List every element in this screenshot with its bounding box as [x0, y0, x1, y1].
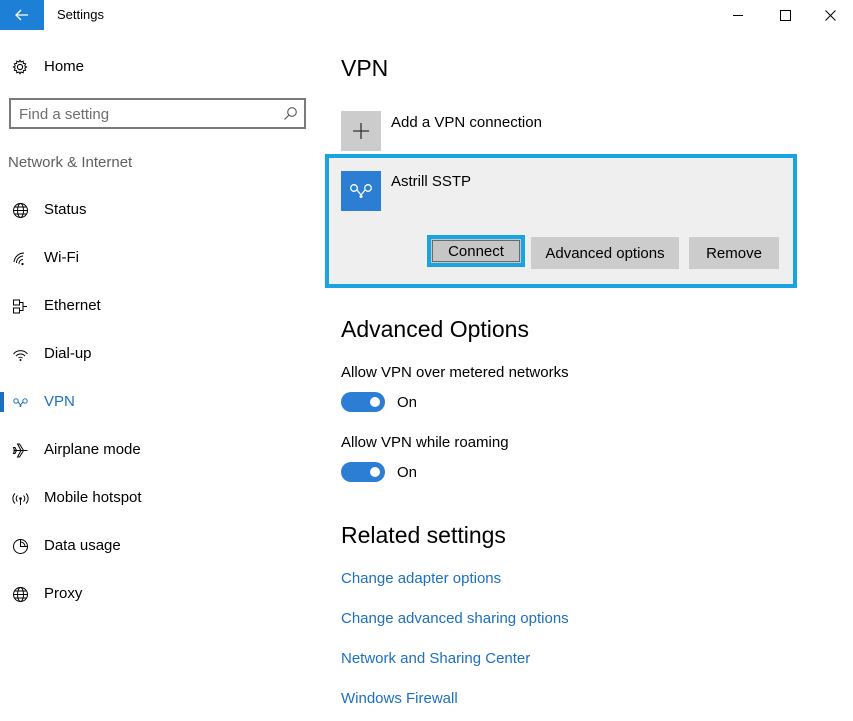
- metered-toggle[interactable]: [341, 392, 385, 412]
- sidebar-item-ethernet-label: Ethernet: [44, 297, 101, 314]
- vpn-connection-card[interactable]: Astrill SSTP Connect Advanced options Re…: [325, 154, 797, 288]
- minimize-icon: [732, 14, 743, 16]
- sidebar-item-wifi-label: Wi-Fi: [44, 249, 79, 266]
- sidebar-item-mobile-hotspot[interactable]: Mobile hotspot: [0, 474, 320, 522]
- globe-proxy-icon: [13, 587, 28, 602]
- search-icon[interactable]: [283, 106, 298, 121]
- globe-status-icon: [13, 203, 28, 218]
- add-vpn-label: Add a VPN connection: [391, 114, 542, 131]
- data-usage-icon: [13, 539, 28, 554]
- sidebar-item-hotspot-label: Mobile hotspot: [44, 489, 142, 506]
- maximize-icon: [779, 9, 791, 21]
- sidebar-item-ethernet[interactable]: Ethernet: [0, 282, 320, 330]
- toggle-knob: [370, 467, 380, 477]
- sidebar-item-home-label: Home: [44, 58, 85, 75]
- add-tile: [341, 111, 381, 151]
- link-network-sharing-center[interactable]: Network and Sharing Center: [341, 650, 530, 667]
- advanced-options-button[interactable]: Advanced options: [531, 237, 679, 269]
- roaming-toggle[interactable]: [341, 462, 385, 482]
- add-vpn-connection-button[interactable]: Add a VPN connection: [341, 111, 691, 151]
- wifi-icon: [13, 252, 25, 266]
- sidebar-item-data-usage[interactable]: Data usage: [0, 522, 320, 570]
- sidebar-item-home[interactable]: Home: [0, 54, 320, 80]
- active-indicator: [0, 392, 4, 412]
- search-box[interactable]: [9, 98, 306, 129]
- page-title: VPN: [341, 55, 389, 81]
- sidebar-item-vpn[interactable]: VPN: [0, 378, 320, 426]
- gear-icon: [12, 59, 28, 75]
- sidebar-item-data-usage-label: Data usage: [44, 537, 121, 554]
- back-arrow-icon: [15, 9, 28, 21]
- window-title: Settings: [57, 7, 104, 22]
- main-content: VPN Add a VPN connection Astrill SSTP Co…: [320, 30, 853, 721]
- link-windows-firewall[interactable]: Windows Firewall: [341, 690, 458, 707]
- hotspot-icon: [12, 493, 29, 505]
- title-bar: Settings: [0, 0, 853, 30]
- sidebar-item-vpn-label: VPN: [44, 393, 75, 410]
- remove-button[interactable]: Remove: [689, 237, 779, 269]
- sidebar-item-proxy[interactable]: Proxy: [0, 570, 320, 618]
- sidebar-item-status[interactable]: Status: [0, 186, 320, 234]
- ethernet-icon: [13, 299, 27, 314]
- back-button[interactable]: [0, 0, 44, 30]
- vpn-connection-icon: [350, 184, 372, 198]
- connect-button[interactable]: Connect: [427, 235, 525, 267]
- toggle-knob: [370, 397, 380, 407]
- related-settings-heading: Related settings: [341, 522, 506, 548]
- sidebar-item-airplane-mode[interactable]: Airplane mode: [0, 426, 320, 474]
- vpn-connection-name: Astrill SSTP: [391, 173, 472, 190]
- plus-icon: [353, 123, 369, 139]
- connect-button-label: Connect: [432, 240, 520, 262]
- metered-toggle-state: On: [397, 394, 418, 411]
- section-label-network: Network & Internet: [8, 154, 133, 171]
- sidebar: Home Network & Internet Status Wi-Fi: [0, 30, 320, 721]
- sidebar-item-airplane-label: Airplane mode: [44, 441, 141, 458]
- vpn-icon: [13, 398, 28, 407]
- airplane-icon: [12, 443, 28, 458]
- vpn-connection-tile: [341, 171, 381, 211]
- sidebar-item-wifi[interactable]: Wi-Fi: [0, 234, 320, 282]
- close-icon: [824, 9, 836, 21]
- sidebar-item-proxy-label: Proxy: [44, 585, 83, 602]
- dialup-icon: [13, 350, 28, 361]
- link-change-advanced-sharing[interactable]: Change advanced sharing options: [341, 610, 569, 627]
- close-button[interactable]: [807, 0, 853, 30]
- sidebar-item-status-label: Status: [44, 201, 87, 218]
- advanced-options-heading: Advanced Options: [341, 316, 529, 342]
- maximize-button[interactable]: [762, 0, 808, 30]
- metered-setting-label: Allow VPN over metered networks: [341, 364, 569, 381]
- sidebar-item-dialup[interactable]: Dial-up: [0, 330, 320, 378]
- roaming-toggle-state: On: [397, 464, 418, 481]
- minimize-button[interactable]: [715, 0, 761, 30]
- sidebar-item-dialup-label: Dial-up: [44, 345, 92, 362]
- search-input[interactable]: [19, 104, 269, 124]
- link-change-adapter-options[interactable]: Change adapter options: [341, 570, 501, 587]
- roaming-setting-label: Allow VPN while roaming: [341, 434, 509, 451]
